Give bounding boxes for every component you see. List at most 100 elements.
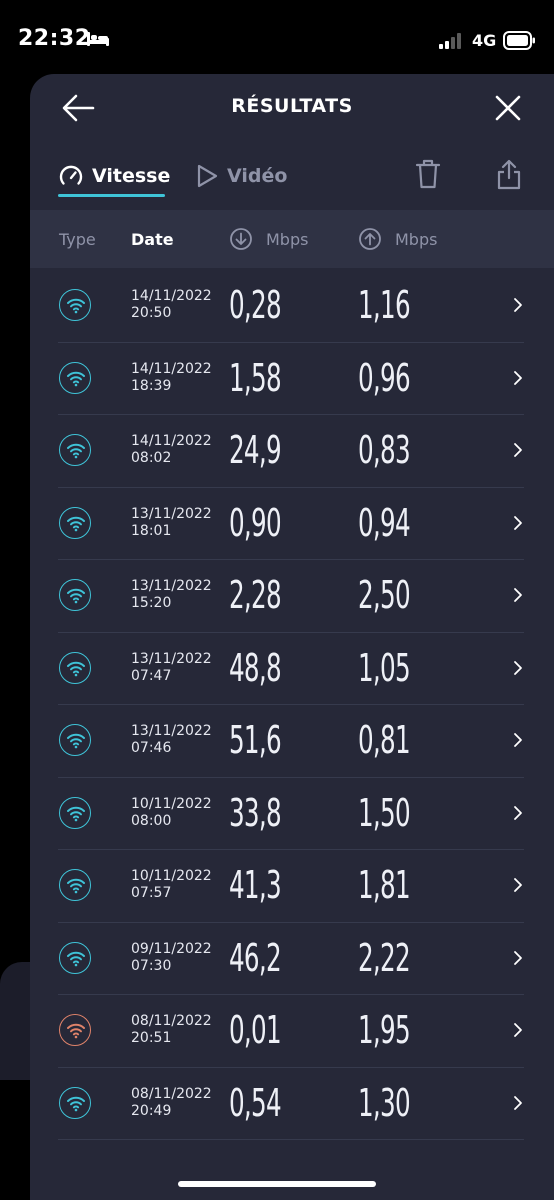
result-time: 20:50 [131,305,172,321]
upload-speed: 1,05 [358,645,411,690]
speedometer-icon [59,165,83,185]
result-datetime: 09/11/2022 07:30 [131,941,212,975]
upload-speed: 1,30 [358,1080,411,1125]
download-speed: 0,90 [229,500,282,545]
download-speed: 1,58 [229,355,282,400]
result-date: 14/11/2022 [131,288,212,304]
result-row[interactable]: 13/11/2022 07:47 48,8 1,05 [30,633,554,706]
column-download-header[interactable]: Mbps [229,227,308,251]
upload-speed: 1,81 [358,863,411,907]
download-speed: 41,3 [229,863,282,907]
signal-strength-icon [439,33,461,49]
result-datetime: 13/11/2022 15:20 [131,578,212,612]
chevron-right-icon [514,1095,522,1110]
chevron-right-icon [514,660,522,675]
play-icon [197,164,218,188]
tab-video[interactable]: Vidéo [195,160,287,192]
battery-icon [503,31,535,50]
column-upload-header[interactable]: Mbps [358,227,437,251]
result-row[interactable]: 10/11/2022 08:00 33,8 1,50 [30,778,554,851]
chevron-right-icon [514,588,522,602]
wifi-icon [59,941,91,974]
result-date: 14/11/2022 [131,360,212,377]
result-row[interactable]: 08/11/2022 20:51 0,01 1,95 [30,995,554,1068]
result-date: 13/11/2022 [131,578,212,594]
screen: 22:32 4G RÉSULTATS Vitesse Vidéo Type Da… [0,0,554,1200]
share-icon[interactable] [495,158,523,190]
download-speed: 24,9 [229,428,282,472]
result-datetime: 10/11/2022 08:00 [131,796,212,830]
result-time: 18:39 [131,377,172,394]
chevron-right-icon [514,805,522,820]
result-datetime: 08/11/2022 20:49 [131,1086,212,1120]
tab-speed-label: Vitesse [92,165,171,187]
result-time: 08:00 [131,812,172,829]
result-time: 07:57 [131,885,172,901]
result-time: 20:51 [131,1030,172,1046]
results-list: 14/11/2022 20:50 0,28 1,16 14/11/2022 18:3… [30,270,554,1140]
chevron-right-icon [514,515,522,530]
column-date-header[interactable]: Date [131,230,174,249]
active-tab-indicator [58,194,165,197]
upload-speed: 2,22 [358,935,411,980]
chevron-right-icon [514,733,522,747]
result-date: 13/11/2022 [131,723,212,739]
result-datetime: 14/11/2022 20:50 [131,288,212,322]
wifi-icon [59,506,91,539]
home-indicator[interactable] [178,1181,376,1187]
chevron-right-icon [514,298,522,312]
upload-speed: 1,50 [358,790,411,835]
result-datetime: 14/11/2022 08:02 [131,433,212,467]
result-row[interactable]: 09/11/2022 07:30 46,2 2,22 [30,923,554,996]
wifi-icon [59,724,91,756]
result-row[interactable]: 14/11/2022 20:50 0,28 1,16 [30,270,554,343]
tab-video-label: Vidéo [227,165,288,187]
result-row[interactable]: 08/11/2022 20:49 0,54 1,30 [30,1068,554,1141]
result-time: 20:49 [131,1102,172,1119]
result-date: 08/11/2022 [131,1085,212,1102]
page-title: RÉSULTATS [231,95,353,117]
result-time: 15:20 [131,595,172,611]
column-header-bar: Type Date Mbps Mbps [30,210,554,268]
results-panel: RÉSULTATS Vitesse Vidéo Type Date Mbps M… [30,74,554,1200]
result-date: 10/11/2022 [131,868,212,884]
download-arrow-icon [230,228,252,250]
wifi-icon [59,434,91,466]
tab-speed[interactable]: Vitesse [58,160,170,192]
result-datetime: 13/11/2022 07:47 [131,651,212,685]
download-speed: 0,28 [229,283,282,327]
trash-icon[interactable] [414,158,442,190]
upload-arrow-icon [359,228,381,250]
result-row[interactable]: 13/11/2022 15:20 2,28 2,50 [30,560,554,633]
result-time: 18:01 [131,522,172,539]
wifi-icon [59,1086,91,1119]
download-speed: 46,2 [229,935,282,980]
chevron-right-icon [514,443,522,457]
bed-icon [87,32,109,46]
column-upload-label: Mbps [395,229,438,249]
result-row[interactable]: 14/11/2022 08:02 24,9 0,83 [30,415,554,488]
result-row[interactable]: 13/11/2022 18:01 0,90 0,94 [30,488,554,561]
result-date: 09/11/2022 [131,940,212,957]
result-datetime: 08/11/2022 20:51 [131,1013,212,1047]
result-datetime: 14/11/2022 18:39 [131,361,212,395]
wifi-icon [59,361,91,394]
network-type: 4G [472,31,497,50]
column-type-header[interactable]: Type [59,230,96,249]
result-time: 07:30 [131,957,172,974]
result-time: 07:47 [131,667,172,684]
upload-speed: 0,83 [358,428,411,472]
upload-speed: 0,96 [358,355,411,400]
chevron-right-icon [514,878,522,892]
close-icon[interactable] [492,92,524,124]
download-speed: 48,8 [229,645,282,690]
upload-speed: 1,16 [358,283,411,327]
download-speed: 0,54 [229,1080,282,1125]
result-row[interactable]: 10/11/2022 07:57 41,3 1,81 [30,850,554,923]
result-row[interactable]: 14/11/2022 18:39 1,58 0,96 [30,343,554,416]
result-time: 07:46 [131,740,172,756]
result-row[interactable]: 13/11/2022 07:46 51,6 0,81 [30,705,554,778]
upload-speed: 2,50 [358,573,411,617]
status-time: 22:32 [18,26,91,51]
download-speed: 51,6 [229,718,282,762]
